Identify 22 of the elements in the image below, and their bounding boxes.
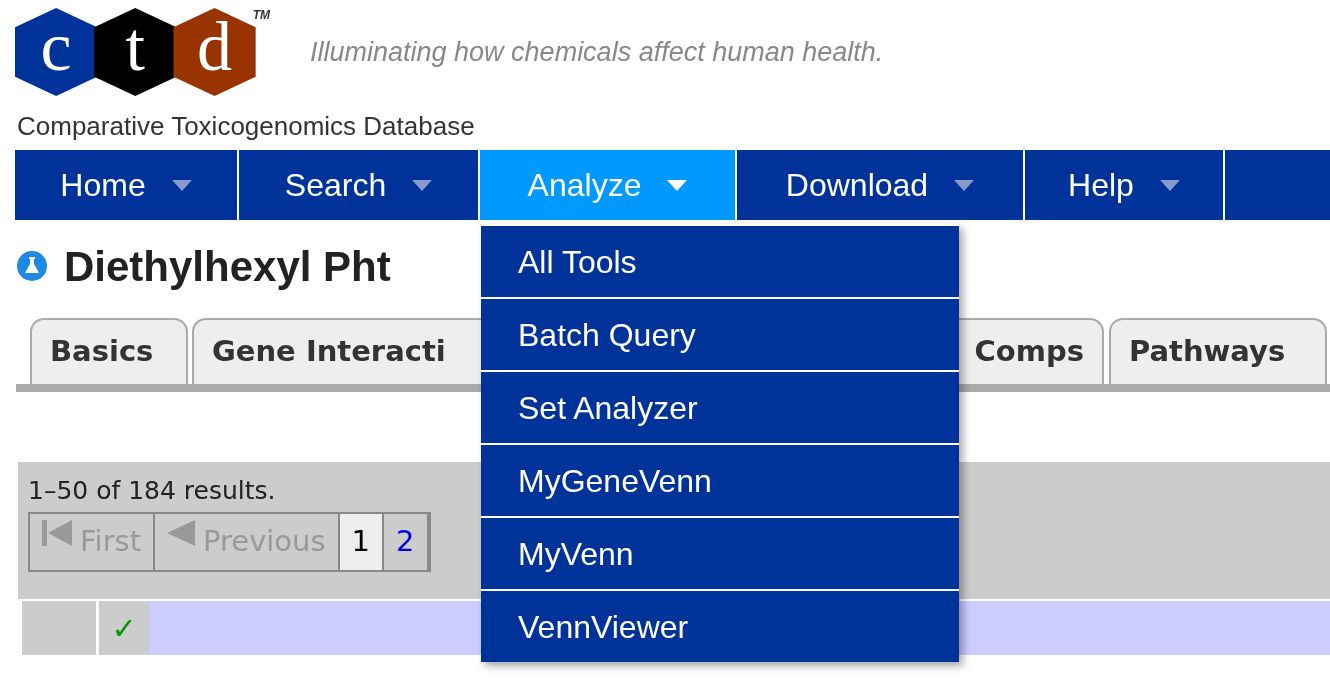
dropdown-item[interactable]: VennViewer <box>481 591 959 662</box>
tagline: Illuminating how chemicals affect human health. <box>310 36 884 69</box>
dropdown-item[interactable]: Set Analyzer <box>481 372 959 443</box>
back-triangle-icon <box>167 520 196 546</box>
caret-icon <box>1159 179 1180 191</box>
table-header-cell: ✓ <box>99 601 149 655</box>
dropdown-item[interactable]: MyVenn <box>481 518 959 589</box>
dropdown-item[interactable]: All Tools <box>481 226 959 297</box>
caret-icon <box>667 179 688 191</box>
flask-icon <box>16 250 48 282</box>
caret-icon <box>171 179 192 191</box>
results-summary: 1–50 of 184 results. <box>28 475 276 507</box>
skip-back-icon <box>42 520 72 546</box>
site-name: Comparative Toxicogenomics Database <box>16 110 476 143</box>
caret-icon <box>954 179 975 191</box>
caret-icon <box>412 179 433 191</box>
dropdown-item[interactable]: Batch Query <box>481 299 959 370</box>
dropdown-item[interactable]: MyGeneVenn <box>481 445 959 516</box>
tab[interactable]: Basics <box>30 318 188 384</box>
page-title: Diethylhexyl Pht <box>64 241 391 292</box>
page-link[interactable]: 1 <box>339 514 385 570</box>
tab[interactable]: Pathways <box>1109 318 1327 384</box>
